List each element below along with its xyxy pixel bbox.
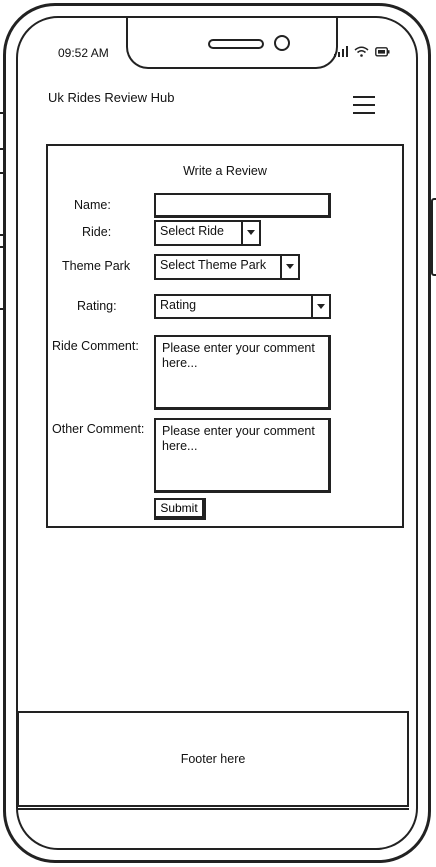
name-input[interactable] (154, 193, 331, 218)
other-comment-textarea[interactable] (154, 418, 331, 493)
app-title: Uk Rides Review Hub (48, 90, 175, 105)
camera-icon (274, 35, 290, 51)
footer: Footer here (17, 711, 409, 807)
rating-select-value: Rating (160, 298, 197, 312)
review-form: Write a Review Name: Ride: Select Ride T… (46, 144, 404, 528)
submit-button[interactable]: Submit (154, 498, 206, 520)
footer-divider (17, 808, 409, 810)
ride-comment-textarea[interactable] (154, 335, 331, 410)
theme-park-select-value: Select Theme Park (160, 258, 267, 272)
ride-select[interactable]: Select Ride (154, 220, 261, 246)
signal-icon (334, 46, 348, 57)
theme-park-label: Theme Park (62, 259, 131, 273)
footer-text: Footer here (180, 752, 246, 766)
theme-park-select[interactable]: Select Theme Park (154, 254, 300, 280)
notch (126, 18, 338, 69)
ride-select-value: Select Ride (160, 224, 224, 238)
battery-icon (375, 46, 390, 57)
ride-comment-label: Ride Comment: (52, 339, 139, 353)
rating-label: Rating: (77, 299, 117, 313)
name-label: Name: (74, 198, 111, 212)
chevron-down-icon[interactable] (311, 296, 329, 317)
hamburger-menu-icon[interactable] (353, 96, 375, 114)
chevron-down-icon[interactable] (241, 222, 259, 244)
ride-label: Ride: (82, 225, 112, 239)
wifi-icon (354, 46, 369, 57)
status-time: 09:52 AM (58, 46, 109, 60)
status-icons (334, 46, 390, 57)
power-button (431, 198, 436, 276)
form-heading: Write a Review (183, 164, 267, 178)
chevron-down-icon[interactable] (280, 256, 298, 278)
other-comment-label: Other Comment: (52, 422, 145, 436)
rating-select[interactable]: Rating (154, 294, 331, 319)
speaker-icon (208, 39, 264, 49)
